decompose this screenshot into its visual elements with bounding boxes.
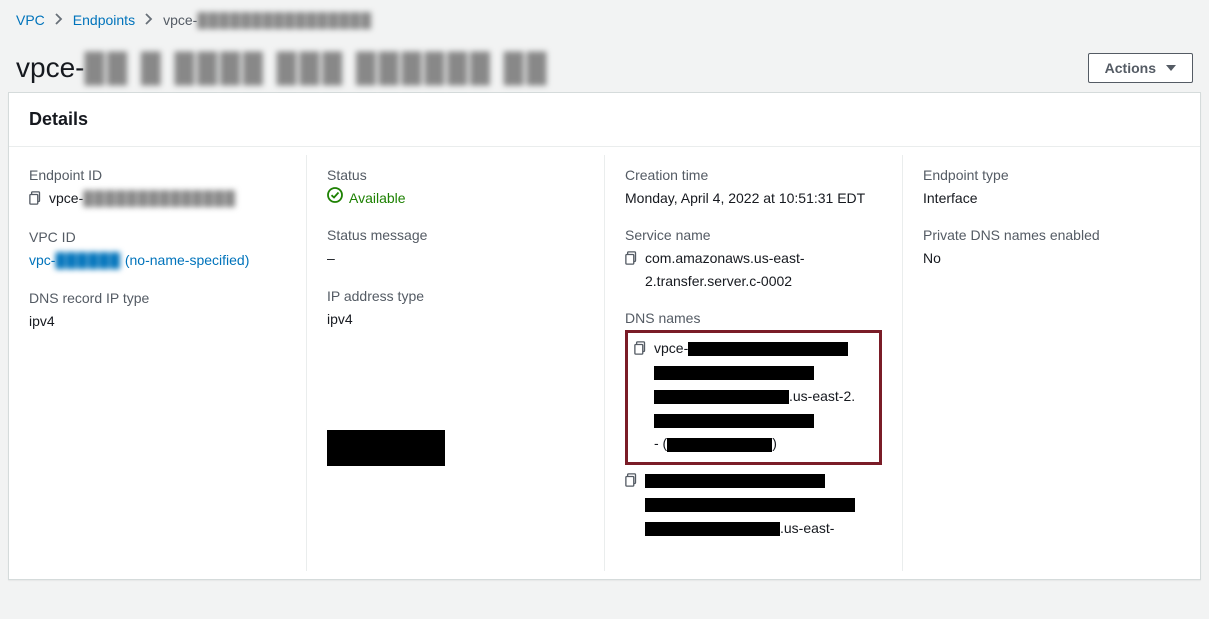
breadcrumb-current: vpce-████████████████ xyxy=(163,12,372,28)
endpoint-type-value: Interface xyxy=(923,187,1180,209)
dns-record-ip-type-label: DNS record IP type xyxy=(29,290,286,306)
vpc-id-label: VPC ID xyxy=(29,229,286,245)
field-dns-record-ip-type: DNS record IP type ipv4 xyxy=(29,290,286,332)
field-private-dns: Private DNS names enabled No xyxy=(923,227,1180,269)
details-panel: Details Endpoint ID vpce-██████████████ … xyxy=(8,92,1201,580)
field-dns-names: DNS names vpce- .us-east-2. - () xyxy=(625,310,882,540)
dns-names-highlight-box: vpce- .us-east-2. - () xyxy=(625,330,882,465)
copy-icon[interactable] xyxy=(625,471,639,495)
field-endpoint-type: Endpoint type Interface xyxy=(923,167,1180,209)
status-label: Status xyxy=(327,167,584,183)
details-grid: Endpoint ID vpce-██████████████ VPC ID v… xyxy=(9,147,1200,579)
page-title: vpce-██ █ ████ ███ ██████ ██ xyxy=(16,52,549,84)
endpoint-id-label: Endpoint ID xyxy=(29,167,286,183)
chevron-right-icon xyxy=(145,12,153,28)
actions-label: Actions xyxy=(1105,60,1156,76)
copy-icon[interactable] xyxy=(29,189,43,211)
status-message-value: – xyxy=(327,247,584,269)
creation-time-label: Creation time xyxy=(625,167,882,183)
breadcrumb-endpoints[interactable]: Endpoints xyxy=(73,12,135,28)
breadcrumb-vpc[interactable]: VPC xyxy=(16,12,45,28)
creation-time-value: Monday, April 4, 2022 at 10:51:31 EDT xyxy=(625,187,882,209)
service-name-label: Service name xyxy=(625,227,882,243)
redacted-block xyxy=(327,430,445,466)
details-col-1: Endpoint ID vpce-██████████████ VPC ID v… xyxy=(9,155,306,571)
field-ip-address-type: IP address type ipv4 xyxy=(327,288,584,330)
dns-name-2: .us-east- xyxy=(645,469,882,540)
details-col-4: Endpoint type Interface Private DNS name… xyxy=(902,155,1200,571)
actions-button[interactable]: Actions xyxy=(1088,53,1193,83)
dns-record-ip-type-value: ipv4 xyxy=(29,310,286,332)
status-message-label: Status message xyxy=(327,227,584,243)
field-endpoint-id: Endpoint ID vpce-██████████████ xyxy=(29,167,286,211)
ip-address-type-value: ipv4 xyxy=(327,308,584,330)
caret-down-icon xyxy=(1166,65,1176,71)
panel-title: Details xyxy=(29,109,1180,130)
copy-icon[interactable] xyxy=(625,249,639,271)
vpc-id-link[interactable]: vpc-██████ (no-name-specified) xyxy=(29,252,249,268)
service-name-value: com.amazonaws.us-east-2.transfer.server.… xyxy=(645,247,882,292)
chevron-right-icon xyxy=(55,12,63,28)
breadcrumb: VPC Endpoints vpce-████████████████ xyxy=(0,0,1209,36)
field-status: Status Available xyxy=(327,167,584,209)
field-status-message: Status message – xyxy=(327,227,584,269)
ip-address-type-label: IP address type xyxy=(327,288,584,304)
panel-header: Details xyxy=(9,93,1200,147)
details-col-3: Creation time Monday, April 4, 2022 at 1… xyxy=(604,155,902,571)
endpoint-id-value: vpce-██████████████ xyxy=(49,187,236,209)
field-service-name: Service name com.amazonaws.us-east-2.tra… xyxy=(625,227,882,292)
details-col-2: Status Available Status message – IP add… xyxy=(306,155,604,571)
field-vpc-id: VPC ID vpc-██████ (no-name-specified) xyxy=(29,229,286,271)
check-circle-icon xyxy=(327,187,343,209)
status-value-row: Available xyxy=(327,187,406,209)
field-creation-time: Creation time Monday, April 4, 2022 at 1… xyxy=(625,167,882,209)
dns-names-label: DNS names xyxy=(625,310,882,326)
copy-icon[interactable] xyxy=(634,339,648,363)
status-value: Available xyxy=(349,187,406,209)
private-dns-label: Private DNS names enabled xyxy=(923,227,1180,243)
page-header: vpce-██ █ ████ ███ ██████ ██ Actions xyxy=(0,36,1209,92)
endpoint-type-label: Endpoint type xyxy=(923,167,1180,183)
private-dns-value: No xyxy=(923,247,1180,269)
dns-name-1: vpce- .us-east-2. - () xyxy=(654,337,873,456)
